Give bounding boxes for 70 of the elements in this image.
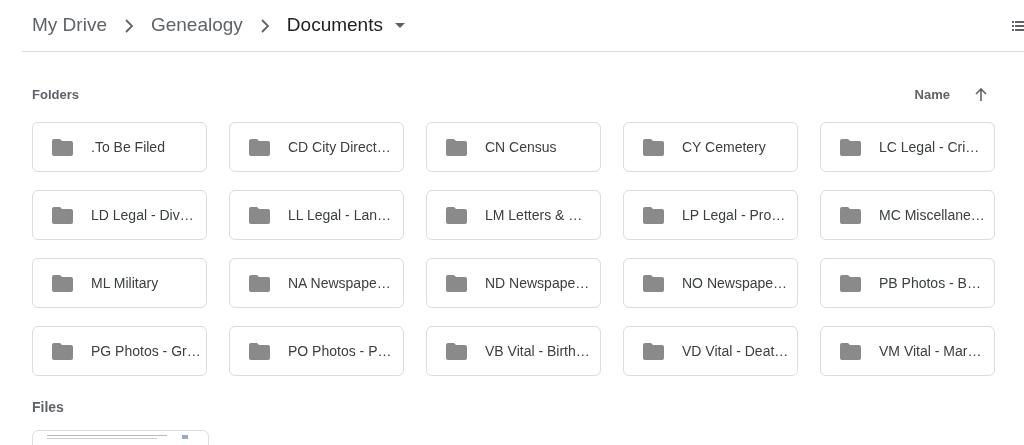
breadcrumb-item[interactable]: Genealogy [150,11,243,40]
folder-name: LM Letters & … [485,205,583,225]
folder-card[interactable]: PG Photos - Gr… [32,326,207,376]
folder-icon [249,138,270,156]
file-thumbnail[interactable] [32,429,209,445]
folder-card[interactable]: PO Photos - P… [229,326,404,376]
folder-card[interactable]: ND Newspape… [426,258,601,308]
folder-name: VM Vital - Mar… [879,341,982,361]
folder-name: VD Vital - Deat… [682,341,789,361]
folder-card[interactable]: CN Census [426,122,601,172]
folder-icon [446,206,467,224]
folder-card[interactable]: VB Vital - Birth… [426,326,601,376]
folder-icon [840,274,861,292]
folder-name: CY Cemetery [682,137,766,157]
folder-icon [446,138,467,156]
folder-icon [52,342,73,360]
folder-icon [249,274,270,292]
breadcrumb-item[interactable]: My Drive [32,11,107,40]
folder-name: LD Legal - Div… [91,205,194,225]
folder-icon [249,206,270,224]
section-title: Files [32,399,64,415]
folder-name: PG Photos - Gr… [91,341,201,361]
folder-card[interactable]: NA Newspape… [229,258,404,308]
folder-name: PO Photos - P… [288,341,392,361]
folder-name: LP Legal - Pro… [682,205,786,225]
folder-name: PB Photos - B… [879,273,981,293]
folder-icon [52,206,73,224]
sort-arrow-icon[interactable] [974,87,988,102]
folder-card[interactable]: PB Photos - B… [820,258,995,308]
folder-card[interactable]: ML Military [32,258,207,308]
sort-button[interactable]: Name [914,84,950,105]
folder-icon [643,342,664,360]
list-view-icon[interactable] [1012,19,1024,32]
folder-icon [643,206,664,224]
dropdown-caret-icon[interactable] [394,23,405,28]
folder-name: ND Newspape… [485,273,590,293]
folder-icon [840,342,861,360]
folder-icon [643,274,664,292]
folder-icon [249,342,270,360]
folder-name: NA Newspape… [288,273,391,293]
folder-card[interactable]: CY Cemetery [623,122,798,172]
folder-name: VB Vital - Birth… [485,341,590,361]
folder-card[interactable]: MC Miscellane… [820,190,995,240]
folder-card[interactable]: LD Legal - Div… [32,190,207,240]
folder-icon [643,138,664,156]
folder-card[interactable]: VD Vital - Deat… [623,326,798,376]
folder-card[interactable]: NO Newspape… [623,258,798,308]
breadcrumb-item[interactable]: Documents [286,11,383,40]
folder-icon [52,138,73,156]
folder-name: ML Military [91,273,159,293]
folder-icon [446,274,467,292]
folder-card[interactable]: LC Legal - Cri… [820,122,995,172]
folder-name: .To Be Filed [91,137,165,157]
folder-icon [840,206,861,224]
folder-card[interactable]: LM Letters & … [426,190,601,240]
folder-icon [446,342,467,360]
folder-name: LL Legal - Lan… [288,205,391,225]
folder-icon [840,138,861,156]
folder-card[interactable]: LP Legal - Pro… [623,190,798,240]
folder-card[interactable]: LL Legal - Lan… [229,190,404,240]
folder-card[interactable]: VM Vital - Mar… [820,326,995,376]
folder-name: NO Newspape… [682,273,788,293]
folder-name: CD City Direct… [288,137,391,157]
folder-card[interactable]: CD City Direct… [229,122,404,172]
folder-icon [52,274,73,292]
section-title: Folders [32,85,79,104]
folder-name: CN Census [485,137,557,157]
folder-name: LC Legal - Cri… [879,137,980,157]
folder-card[interactable]: .To Be Filed [32,122,207,172]
folder-name: MC Miscellane… [879,205,985,225]
